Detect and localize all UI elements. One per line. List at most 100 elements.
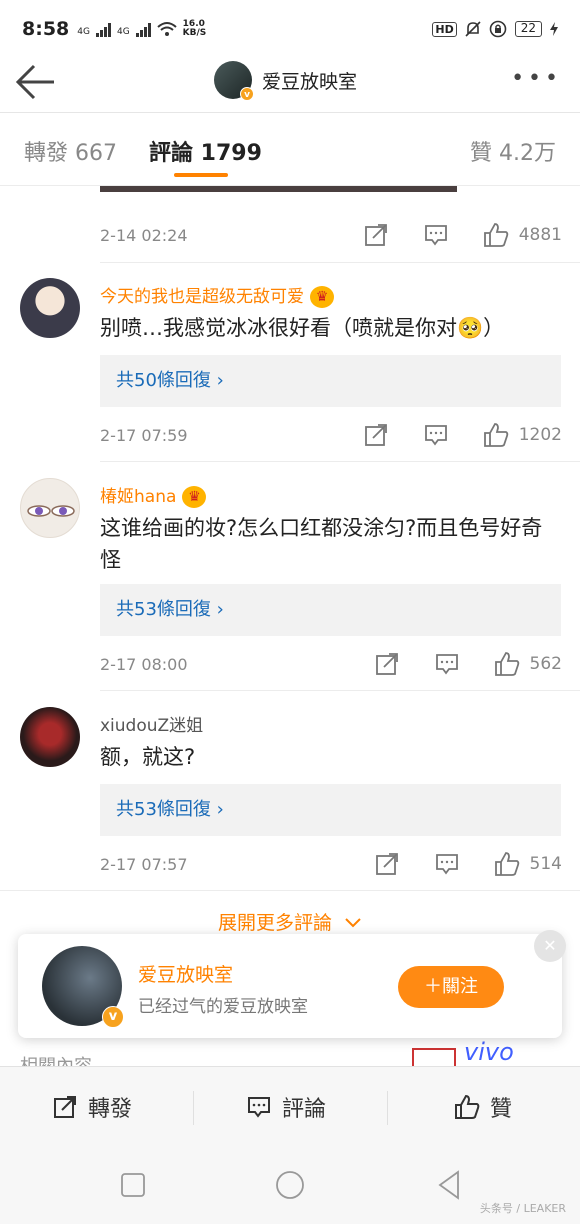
top-nav-bar: v 爱豆放映室 ••• <box>0 58 580 112</box>
lock-rotation-icon <box>489 20 507 38</box>
comment-date: 2-17 08:00 <box>100 654 188 674</box>
battery-indicator: 22 <box>514 21 542 37</box>
comment-meta: 2-17 07:57 514 <box>100 851 562 877</box>
like-label: 贊 <box>490 1097 513 1122</box>
back-arrow-icon[interactable] <box>14 62 58 102</box>
like-button[interactable]: 514 <box>494 851 562 877</box>
account-description: 已经过气的爱豆放映室 <box>138 997 308 1017</box>
like-button[interactable]: 1202 <box>483 422 562 448</box>
charging-icon <box>550 22 558 36</box>
back-triangle-icon[interactable] <box>436 1170 462 1200</box>
comment-date: 2-17 07:57 <box>100 854 188 874</box>
reply-icon <box>248 1097 270 1118</box>
interaction-tabs: 轉發 667 評論 1799 贊 4.2万 <box>0 113 580 185</box>
home-icon[interactable] <box>275 1170 305 1200</box>
system-navigation-bar: 头条号 / LEAKER <box>0 1150 580 1224</box>
user-avatar[interactable] <box>20 278 80 338</box>
comment-date: 2-14 02:24 <box>100 225 188 245</box>
repost-button[interactable]: 轉發 <box>52 1091 132 1123</box>
toolbar-separator <box>387 1091 388 1125</box>
follow-button[interactable]: ＋關注 <box>398 966 504 1008</box>
thumbs-up-icon <box>483 223 508 247</box>
signal-bars-icon-2 <box>135 23 151 37</box>
network-speed: 16.0 KB/S <box>183 20 207 38</box>
toolbar-separator <box>193 1091 194 1125</box>
reply-icon[interactable] <box>434 651 460 677</box>
expand-label: 展開更多評論 <box>217 912 332 934</box>
network-type-2: 4G <box>116 27 130 37</box>
signal-indicator: 4G 4G <box>77 21 177 37</box>
bottom-action-bar: 轉發 評論 贊 <box>0 1066 580 1150</box>
tab-comment[interactable]: 評論 1799 <box>149 135 262 167</box>
chevron-right-icon: › <box>216 799 224 820</box>
share-icon[interactable] <box>363 222 389 248</box>
wifi-icon <box>157 22 177 36</box>
speed-unit: KB/S <box>182 28 207 38</box>
like-count: 4881 <box>518 225 562 245</box>
comment-text: 额，就这? <box>100 745 196 769</box>
verified-badge-icon: v <box>240 87 254 101</box>
reply-icon[interactable] <box>434 851 460 877</box>
username-text: 椿姬hana <box>100 487 177 507</box>
page-title: 爱豆放映室 <box>262 70 358 93</box>
user-avatar[interactable] <box>20 707 80 767</box>
comment-username[interactable]: 椿姬hana ♛ <box>100 482 207 508</box>
ad-flag-image <box>412 1048 456 1068</box>
ad-banner[interactable]: vivo <box>412 1040 552 1068</box>
comment-image-partial[interactable] <box>100 186 457 192</box>
comment-text: 这谁给画的妆?怎么口红都没涂匀?而且色号好奇怪 <box>100 516 543 572</box>
anime-eyes-icon <box>27 505 75 517</box>
mute-icon <box>465 21 481 37</box>
recent-apps-icon[interactable] <box>120 1172 146 1198</box>
comment-username[interactable]: 今天的我也是超级无敌可爱 ♛ <box>100 282 334 308</box>
view-replies-button[interactable]: 共50條回復 › <box>100 355 561 407</box>
share-icon[interactable] <box>374 651 400 677</box>
like-post-button[interactable]: 贊 <box>454 1091 512 1123</box>
comment-divider <box>100 461 580 462</box>
crown-badge-icon: ♛ <box>310 286 334 308</box>
expand-more-comments[interactable]: 展開更多評論 <box>0 908 580 935</box>
reply-icon[interactable] <box>423 222 449 248</box>
thumbs-up-icon <box>483 423 508 447</box>
signal-bars-icon <box>95 23 111 37</box>
share-icon[interactable] <box>363 422 389 448</box>
status-right: HD 22 <box>432 20 558 38</box>
account-avatar[interactable]: v <box>214 61 254 101</box>
comment-button[interactable]: 評論 <box>246 1091 326 1123</box>
status-bar: 8:58 4G 4G 16.0 KB/S HD 22 <box>0 0 580 58</box>
more-options-icon[interactable]: ••• <box>511 66 562 91</box>
username-text: 今天的我也是超级无敌可爱 <box>100 287 304 307</box>
close-icon[interactable]: ✕ <box>534 930 566 962</box>
comment-date: 2-17 07:59 <box>100 425 188 445</box>
view-replies-button[interactable]: 共53條回復 › <box>100 584 561 636</box>
comment-divider <box>100 690 580 691</box>
like-count: 562 <box>529 654 562 674</box>
like-count: 514 <box>529 854 562 874</box>
view-replies-button[interactable]: 共53條回復 › <box>100 784 561 836</box>
share-icon <box>54 1096 76 1118</box>
repost-label: 轉發 <box>88 1097 133 1122</box>
like-button[interactable]: 4881 <box>483 222 562 248</box>
like-count: 1202 <box>518 425 562 445</box>
replies-label: 共50條回復 <box>116 370 211 391</box>
like-button[interactable]: 562 <box>494 651 562 677</box>
verified-badge-icon: v <box>102 1006 124 1028</box>
comment-username[interactable]: xiudouZ迷姐 <box>100 711 203 736</box>
share-icon[interactable] <box>374 851 400 877</box>
account-title[interactable]: v 爱豆放映室 <box>214 58 357 102</box>
tab-like[interactable]: 贊 4.2万 <box>470 135 556 167</box>
comment-meta: 2-17 07:59 1202 <box>100 422 562 448</box>
hd-icon: HD <box>432 21 457 37</box>
comment-meta: 2-17 08:00 562 <box>100 651 562 677</box>
chevron-right-icon: › <box>216 370 224 391</box>
user-avatar[interactable] <box>20 478 80 538</box>
tab-repost[interactable]: 轉發 667 <box>24 135 117 167</box>
network-type-1: 4G <box>77 27 90 37</box>
comment-divider <box>100 262 580 263</box>
account-name[interactable]: 爱豆放映室 <box>138 960 233 987</box>
reply-icon[interactable] <box>423 422 449 448</box>
account-avatar[interactable]: v <box>42 946 124 1028</box>
follow-suggestion-card: v 爱豆放映室 已经过气的爱豆放映室 ＋關注 ✕ <box>18 930 566 1038</box>
chevron-right-icon: › <box>216 599 224 620</box>
comment-divider <box>0 890 580 891</box>
